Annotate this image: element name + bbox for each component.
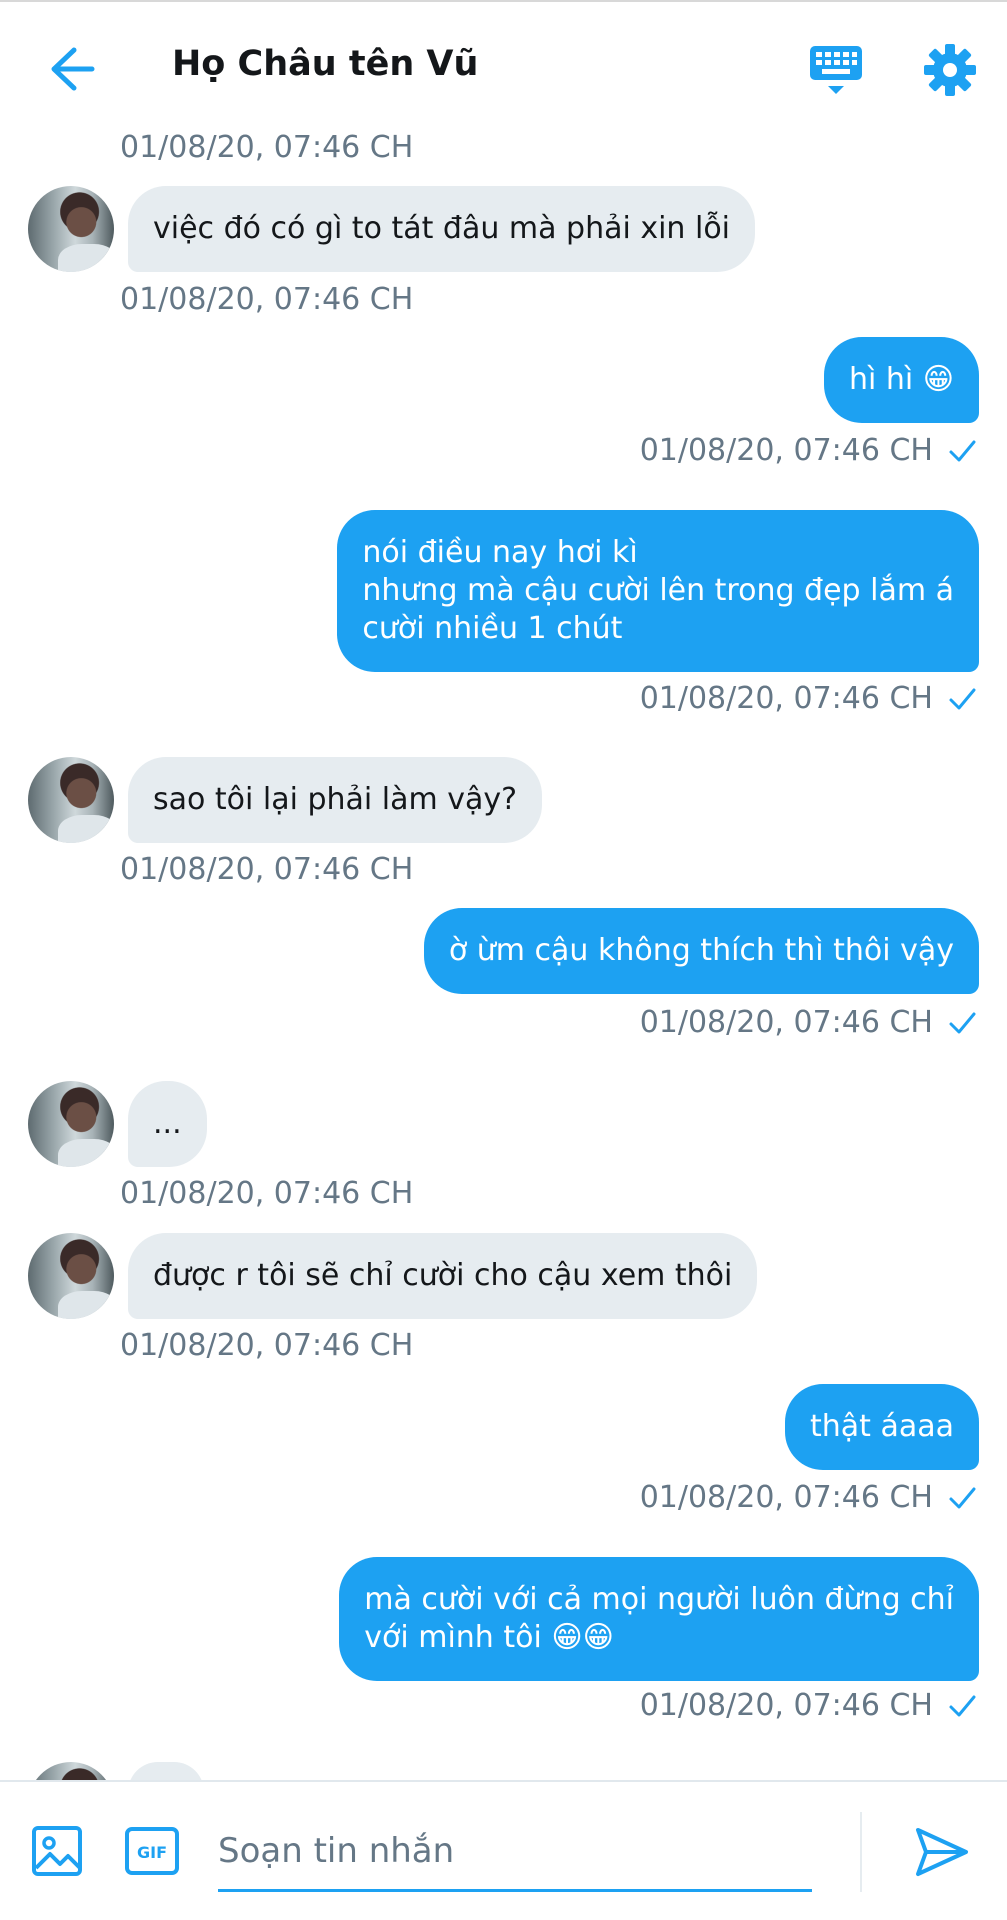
gif-label: GIF	[137, 1843, 167, 1862]
outgoing-message-bubble[interactable]: thật áaaa	[785, 1384, 979, 1470]
message-timestamp: 01/08/20, 07:46 CH	[639, 1005, 933, 1040]
incoming-message-bubble[interactable]: ...	[128, 1081, 207, 1167]
incoming-message-bubble[interactable]: sao tôi lại phải làm vậy?	[128, 757, 543, 843]
incoming-message-bubble[interactable]: việc đó có gì to tát đâu mà phải xin lỗi	[128, 186, 756, 272]
send-icon	[916, 1828, 968, 1876]
gear-icon	[924, 44, 976, 96]
read-check-icon	[949, 1487, 976, 1509]
avatar[interactable]	[28, 757, 114, 843]
composer-divider	[860, 1812, 862, 1892]
message-timestamp: 01/08/20, 07:46 CH	[120, 130, 414, 165]
outgoing-message-bubble[interactable]: ờ ừm cậu không thích thì thôi vậy	[423, 908, 979, 994]
conversation-title: Họ Châu tên Vũ	[172, 44, 479, 84]
keyboard-icon	[810, 46, 862, 94]
avatar[interactable]	[28, 1081, 114, 1167]
conversation-header: Họ Châu tên Vũ	[0, 0, 1007, 130]
image-icon	[32, 1826, 82, 1876]
avatar[interactable]	[28, 186, 114, 272]
message-timestamp: 01/08/20, 07:46 CH	[120, 1328, 414, 1363]
message-input[interactable]	[218, 1812, 812, 1892]
keyboard-button[interactable]	[808, 42, 864, 98]
add-gif-button[interactable]: GIF	[124, 1824, 180, 1878]
message-timestamp: 01/08/20, 07:46 CH	[639, 433, 933, 468]
incoming-message-bubble[interactable]: được r tôi sẽ chỉ cười cho cậu xem thôi	[128, 1233, 758, 1319]
add-image-button[interactable]	[30, 1824, 84, 1878]
read-check-icon	[949, 688, 976, 710]
message-list[interactable]: 01/08/20, 07:46 CH việc đó có gì to tát …	[0, 130, 1007, 1780]
dm-conversation-screen: Họ Châu tên Vũ 01/08/20, 07:46 CH việc đ…	[0, 0, 1007, 1920]
message-timestamp: 01/08/20, 07:46 CH	[120, 282, 414, 317]
avatar[interactable]	[28, 1762, 114, 1780]
message-timestamp: 01/08/20, 07:46 CH	[639, 681, 933, 716]
settings-button[interactable]	[922, 42, 978, 98]
read-check-icon	[949, 440, 976, 462]
message-composer: GIF	[0, 1780, 1007, 1920]
message-timestamp: 01/08/20, 07:46 CH	[639, 1480, 933, 1515]
gif-icon: GIF	[125, 1827, 179, 1875]
back-button[interactable]	[38, 40, 98, 98]
incoming-message-bubble[interactable]	[128, 1762, 204, 1780]
send-button[interactable]	[912, 1822, 972, 1882]
read-check-icon	[949, 1695, 976, 1717]
avatar[interactable]	[28, 1233, 114, 1319]
outgoing-message-bubble[interactable]: hì hì 😁	[823, 337, 979, 423]
outgoing-message-bubble[interactable]: nói điều nay hơi kì nhưng mà cậu cười lê…	[337, 510, 979, 672]
outgoing-message-bubble[interactable]: mà cười với cả mọi người luôn đừng chỉ v…	[339, 1557, 979, 1681]
message-timestamp: 01/08/20, 07:46 CH	[120, 852, 414, 887]
arrow-left-icon	[51, 47, 95, 91]
message-timestamp: 01/08/20, 07:46 CH	[639, 1688, 933, 1723]
read-check-icon	[949, 1012, 976, 1034]
message-timestamp: 01/08/20, 07:46 CH	[120, 1176, 414, 1211]
